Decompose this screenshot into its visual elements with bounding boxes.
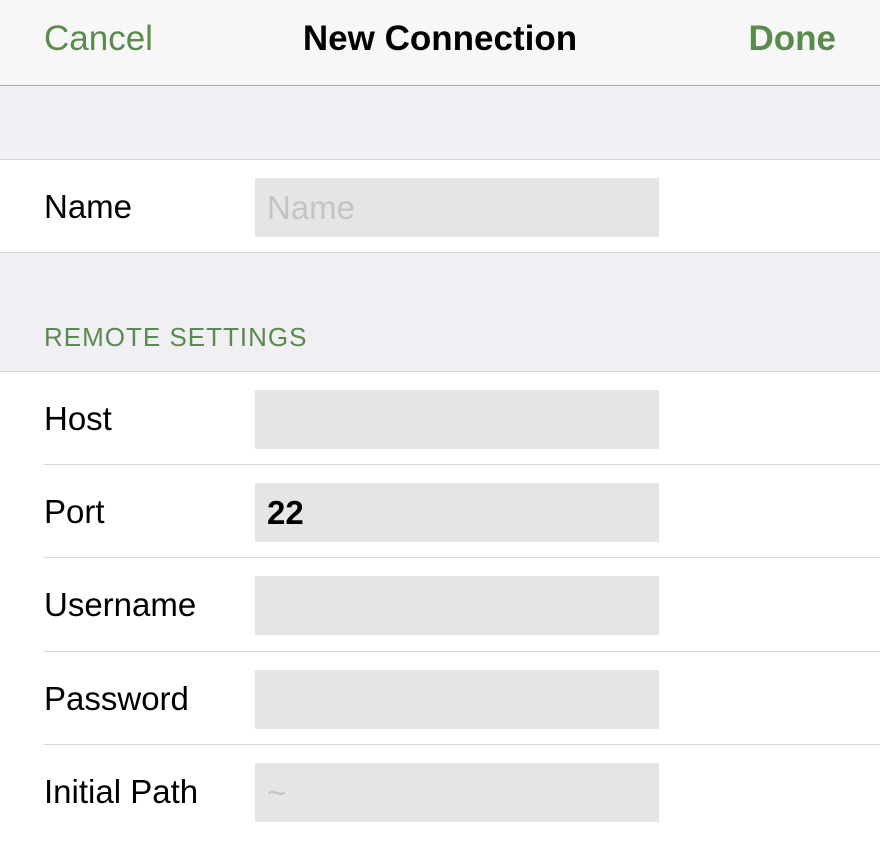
initial-path-label: Initial Path	[44, 773, 199, 810]
username-row: Username	[0, 558, 880, 651]
host-row: Host	[0, 372, 880, 465]
name-label: Name	[44, 188, 133, 225]
port-input[interactable]	[255, 483, 659, 542]
navigation-bar: Cancel New Connection Done	[0, 0, 880, 86]
cancel-button[interactable]: Cancel	[44, 18, 153, 60]
password-row: Password	[0, 652, 880, 745]
port-label: Port	[44, 493, 105, 530]
port-row: Port	[0, 465, 880, 558]
name-row: Name	[0, 160, 880, 253]
password-input[interactable]	[255, 670, 659, 729]
password-label: Password	[44, 680, 189, 717]
initial-path-row: Initial Path	[0, 745, 880, 838]
host-input[interactable]	[255, 390, 659, 449]
name-input[interactable]	[255, 178, 659, 237]
initial-path-input[interactable]	[255, 763, 659, 822]
section-header-remote-settings: REMOTE SETTINGS	[44, 322, 308, 352]
username-label: Username	[44, 586, 197, 623]
host-label: Host	[44, 400, 112, 437]
done-button[interactable]: Done	[749, 18, 837, 60]
remote-settings-group: Host Port Username Password Initial Path	[0, 371, 880, 841]
name-group: Name	[0, 159, 880, 253]
username-input[interactable]	[255, 576, 659, 635]
